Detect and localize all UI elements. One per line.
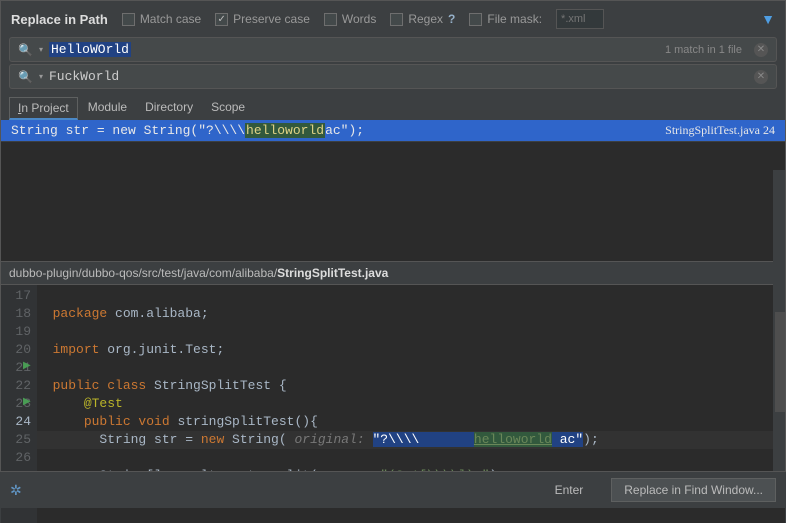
find-input[interactable]: HelloWOrld <box>49 42 131 57</box>
words-checkbox[interactable]: Words <box>324 12 376 26</box>
search-icon: 🔍 <box>18 70 33 84</box>
match-count-label: 1 match in 1 file <box>665 44 742 56</box>
result-file-label: StringSplitTest.java 24 <box>665 123 775 138</box>
search-icon: 🔍 <box>18 43 33 57</box>
gear-icon[interactable]: ✲ <box>10 482 22 499</box>
replace-in-find-window-button[interactable]: Replace in Find Window... <box>611 478 776 502</box>
dialog-header: Replace in Path Match case ✓Preserve cas… <box>1 1 785 35</box>
tab-directory[interactable]: Directory <box>137 97 201 120</box>
run-gutter-icon[interactable]: ▶ <box>23 396 31 407</box>
regex-checkbox[interactable]: Regex? <box>390 12 455 26</box>
dialog-title: Replace in Path <box>11 12 108 27</box>
results-empty-area <box>1 141 785 261</box>
file-mask-input[interactable] <box>556 9 604 29</box>
tab-module[interactable]: Module <box>80 97 135 120</box>
run-gutter-icon[interactable]: ▶ <box>23 360 31 371</box>
clear-replace-icon[interactable]: ✕ <box>754 70 768 84</box>
tab-scope[interactable]: Scope <box>203 97 253 120</box>
history-dropdown-icon[interactable]: ▾ <box>39 45 43 54</box>
preserve-case-checkbox[interactable]: ✓Preserve case <box>215 12 310 26</box>
clear-find-icon[interactable]: ✕ <box>754 43 768 57</box>
find-input-row[interactable]: 🔍 ▾ HelloWOrld 1 match in 1 file ✕ <box>9 37 777 62</box>
scrollbar-thumb[interactable] <box>775 312 785 412</box>
file-mask-checkbox[interactable]: File mask: <box>469 12 542 26</box>
match-highlight: helloworld <box>245 123 325 138</box>
dialog-footer: ✲ Enter Replace in Find Window... <box>0 471 786 508</box>
regex-help-icon[interactable]: ? <box>448 12 455 26</box>
replace-input[interactable]: FuckWorld <box>49 69 119 84</box>
result-item[interactable]: String str = new String("?\\\\ helloworl… <box>1 120 785 141</box>
match-case-checkbox[interactable]: Match case <box>122 12 201 26</box>
history-dropdown-icon[interactable]: ▾ <box>39 72 43 81</box>
file-path-bar: dubbo-plugin/dubbo-qos/src/test/java/com… <box>1 261 785 285</box>
filter-icon[interactable]: ▼ <box>761 11 775 27</box>
tab-in-project[interactable]: In Project <box>9 97 78 120</box>
replace-input-row[interactable]: 🔍 ▾ FuckWorld ✕ <box>9 64 777 89</box>
enter-button[interactable]: Enter <box>543 479 596 501</box>
scope-tabs: In Project Module Directory Scope <box>1 91 785 120</box>
